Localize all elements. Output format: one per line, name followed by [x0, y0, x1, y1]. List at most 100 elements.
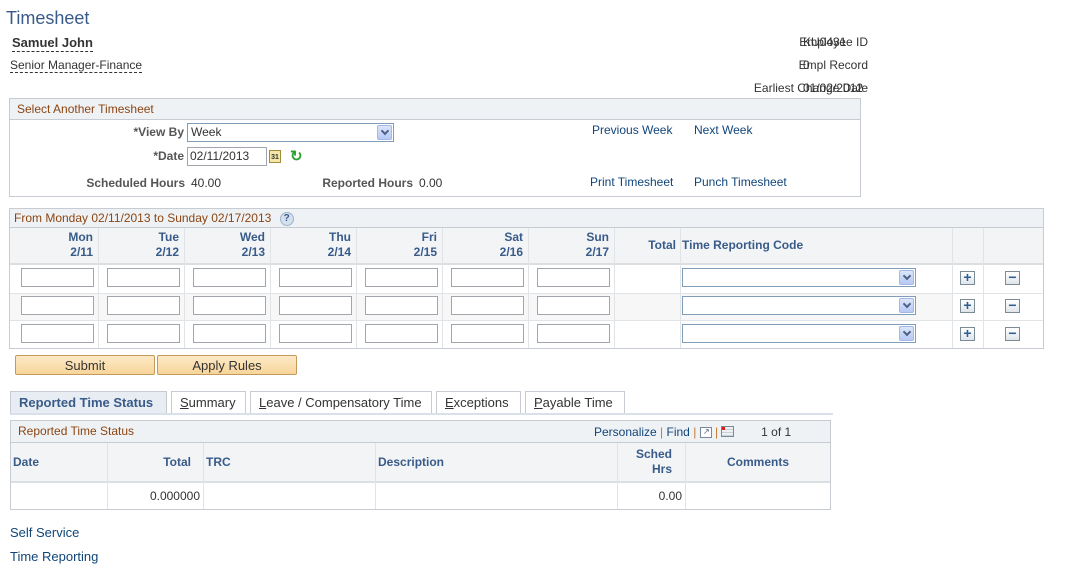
- view-by-label: *View By: [133, 125, 184, 139]
- hours-input[interactable]: [279, 296, 352, 315]
- toolbar-separator: |: [693, 425, 697, 439]
- trc-select[interactable]: [682, 268, 916, 287]
- grid-header-divider: [10, 263, 1043, 265]
- grid-row-divider: [10, 320, 1043, 321]
- hours-input[interactable]: [21, 268, 94, 287]
- empl-record-value: 0: [803, 58, 810, 72]
- hours-input[interactable]: [537, 268, 610, 287]
- hours-input[interactable]: [451, 296, 524, 315]
- hours-input[interactable]: [107, 268, 180, 287]
- column-divider: [617, 443, 618, 509]
- chevron-down-icon[interactable]: [377, 125, 392, 140]
- trc-column-header: Time Reporting Code: [682, 238, 804, 252]
- delete-row-icon[interactable]: −: [1005, 326, 1020, 341]
- refresh-icon[interactable]: ↻: [290, 149, 303, 164]
- print-timesheet-link[interactable]: Print Timesheet: [590, 175, 673, 189]
- column-divider: [107, 443, 108, 509]
- grid-column-divider: [952, 228, 953, 348]
- find-link[interactable]: Find: [667, 425, 690, 439]
- reported-status-header-divider: [11, 481, 830, 483]
- trc-select[interactable]: [682, 296, 916, 315]
- hours-input[interactable]: [451, 324, 524, 343]
- hours-input[interactable]: [21, 296, 94, 315]
- page-title: Timesheet: [6, 8, 90, 28]
- previous-week-link[interactable]: Previous Week: [592, 123, 672, 137]
- calendar-icon[interactable]: 31: [269, 150, 281, 163]
- day-name: Sat: [504, 230, 523, 244]
- day-date: 2/14: [327, 245, 351, 259]
- day-name: Wed: [239, 230, 265, 244]
- punch-timesheet-link[interactable]: Punch Timesheet: [694, 175, 787, 189]
- hours-input[interactable]: [193, 296, 266, 315]
- tab-leave-label: eave / Compensatory Time: [266, 395, 422, 410]
- total-column-header: Total: [163, 455, 191, 469]
- hours-input[interactable]: [107, 324, 180, 343]
- day-column-header: Wed 2/13: [185, 230, 265, 260]
- delete-row-icon[interactable]: −: [1005, 270, 1020, 285]
- day-column-header: Fri 2/15: [357, 230, 437, 260]
- day-date: 2/13: [241, 245, 265, 259]
- hours-input[interactable]: [365, 324, 438, 343]
- time-reporting-link[interactable]: Time Reporting: [10, 549, 98, 564]
- apply-rules-button[interactable]: Apply Rules: [157, 355, 297, 375]
- hours-input[interactable]: [365, 296, 438, 315]
- download-spreadsheet-icon[interactable]: [721, 426, 735, 437]
- new-window-icon[interactable]: ↗: [699, 427, 712, 439]
- hours-input[interactable]: [365, 268, 438, 287]
- trc-column-header: TRC: [206, 455, 231, 469]
- day-name: Thu: [329, 230, 351, 244]
- tab-payable-label: ayable Time: [542, 395, 613, 410]
- grid-toolbar: Personalize | Find | ↗ | 1 of 1: [594, 425, 791, 439]
- hours-input[interactable]: [193, 324, 266, 343]
- chevron-down-icon[interactable]: [899, 270, 914, 285]
- tab-payable-time[interactable]: Payable Time: [525, 391, 625, 414]
- next-week-link[interactable]: Next Week: [694, 123, 752, 137]
- toolbar-separator: |: [715, 425, 719, 439]
- tab-summary-label: ummary: [188, 395, 236, 410]
- day-column-header: Sun 2/17: [529, 230, 609, 260]
- date-label: *Date: [153, 149, 184, 163]
- chevron-down-icon[interactable]: [899, 298, 914, 313]
- day-date: 2/15: [413, 245, 437, 259]
- day-name: Tue: [158, 230, 179, 244]
- help-icon[interactable]: ?: [279, 211, 294, 226]
- employee-name[interactable]: Samuel John: [12, 35, 93, 52]
- hours-input[interactable]: [537, 324, 610, 343]
- hours-input[interactable]: [107, 296, 180, 315]
- date-input[interactable]: 02/11/2013: [187, 147, 267, 166]
- chevron-down-icon[interactable]: [899, 326, 914, 341]
- submit-button[interactable]: Submit: [15, 355, 155, 375]
- tab-summary[interactable]: Summary: [171, 391, 246, 414]
- tab-leave-compensatory-time[interactable]: Leave / Compensatory Time: [250, 391, 432, 414]
- pagination-text: 1 of 1: [761, 425, 792, 439]
- hours-input[interactable]: [537, 296, 610, 315]
- add-row-icon[interactable]: +: [960, 298, 975, 313]
- personalize-link[interactable]: Personalize: [594, 425, 657, 439]
- employee-job-title[interactable]: Senior Manager-Finance: [10, 58, 143, 73]
- self-service-link[interactable]: Self Service: [10, 525, 79, 540]
- time-grid-header: From Monday 02/11/2013 to Sunday 02/17/2…: [10, 209, 1043, 228]
- grid-row-divider: [10, 293, 1043, 294]
- sched-hrs-column-header-line2: Hrs: [651, 462, 672, 476]
- day-column-header: Mon 2/11: [13, 230, 93, 260]
- hours-input[interactable]: [193, 268, 266, 287]
- row-total-value: 0.000000: [149, 489, 200, 503]
- tab-exceptions-label: xceptions: [453, 395, 509, 410]
- toolbar-separator: |: [660, 425, 664, 439]
- add-row-icon[interactable]: +: [960, 326, 975, 341]
- trc-select[interactable]: [682, 324, 916, 343]
- select-timesheet-header: Select Another Timesheet: [10, 99, 860, 120]
- total-column-header: Total: [648, 238, 676, 252]
- add-row-icon[interactable]: +: [960, 270, 975, 285]
- delete-row-icon[interactable]: −: [1005, 298, 1020, 313]
- tab-reported-time-status[interactable]: Reported Time Status: [10, 391, 167, 414]
- employee-id-value: KU0431: [803, 35, 847, 49]
- tab-exceptions[interactable]: Exceptions: [436, 391, 521, 414]
- hours-input[interactable]: [21, 324, 94, 343]
- date-column-header: Date: [13, 455, 40, 469]
- hours-input[interactable]: [279, 268, 352, 287]
- hours-input[interactable]: [279, 324, 352, 343]
- view-by-select[interactable]: Week: [187, 123, 394, 142]
- day-name: Sun: [586, 230, 609, 244]
- hours-input[interactable]: [451, 268, 524, 287]
